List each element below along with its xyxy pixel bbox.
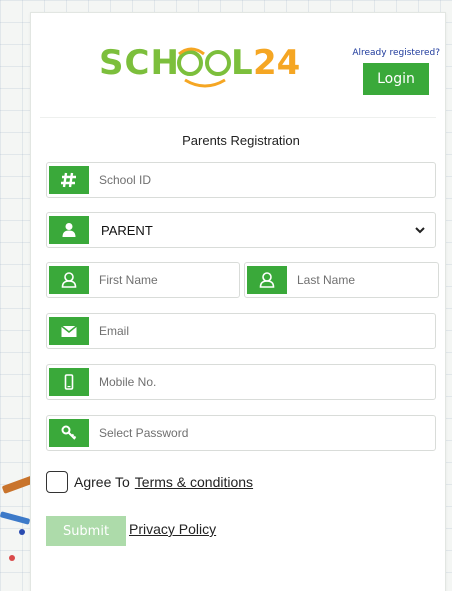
password-input[interactable]: Select Password (46, 415, 436, 451)
user-outline-icon (247, 266, 287, 294)
mobile-placeholder: Mobile No. (99, 375, 157, 389)
last-name-placeholder: Last Name (297, 273, 356, 287)
terms-agreement-row: Agree To Terms & conditions (46, 470, 253, 494)
svg-text:SCH: SCH (99, 43, 180, 83)
envelope-icon (49, 317, 89, 345)
role-select[interactable]: PARENT (46, 212, 436, 248)
first-name-input[interactable]: First Name (46, 262, 240, 298)
last-name-input[interactable]: Last Name (244, 262, 439, 298)
registration-panel (30, 12, 446, 591)
user-outline-icon (49, 266, 89, 294)
first-name-placeholder: First Name (99, 273, 158, 287)
mobile-input[interactable]: Mobile No. (46, 364, 436, 400)
password-placeholder: Select Password (99, 426, 189, 440)
user-icon (49, 216, 89, 244)
hash-icon (49, 166, 89, 194)
terms-link[interactable]: Terms & conditions (135, 474, 253, 490)
agree-label: Agree To (74, 474, 130, 490)
agree-checkbox[interactable] (46, 471, 68, 493)
chevron-down-icon (415, 227, 425, 234)
email-input[interactable]: Email (46, 313, 436, 349)
school-id-input[interactable]: School ID (46, 162, 436, 198)
header-divider (40, 117, 436, 118)
key-icon (49, 419, 89, 447)
submit-button[interactable]: Submit (46, 516, 126, 546)
email-placeholder: Email (99, 324, 130, 338)
role-select-value: PARENT (101, 222, 153, 238)
school24-logo: SCH L 24 (95, 32, 305, 92)
mobile-icon (49, 368, 89, 396)
svg-text:24: 24 (253, 43, 300, 83)
svg-text:L: L (231, 43, 253, 83)
already-registered-text: Already registered? (352, 48, 440, 58)
login-button[interactable]: Login (363, 63, 429, 95)
school-id-placeholder: School ID (99, 173, 152, 187)
privacy-policy-link[interactable]: Privacy Policy (129, 521, 216, 537)
page-title: Parents Registration (182, 133, 300, 148)
